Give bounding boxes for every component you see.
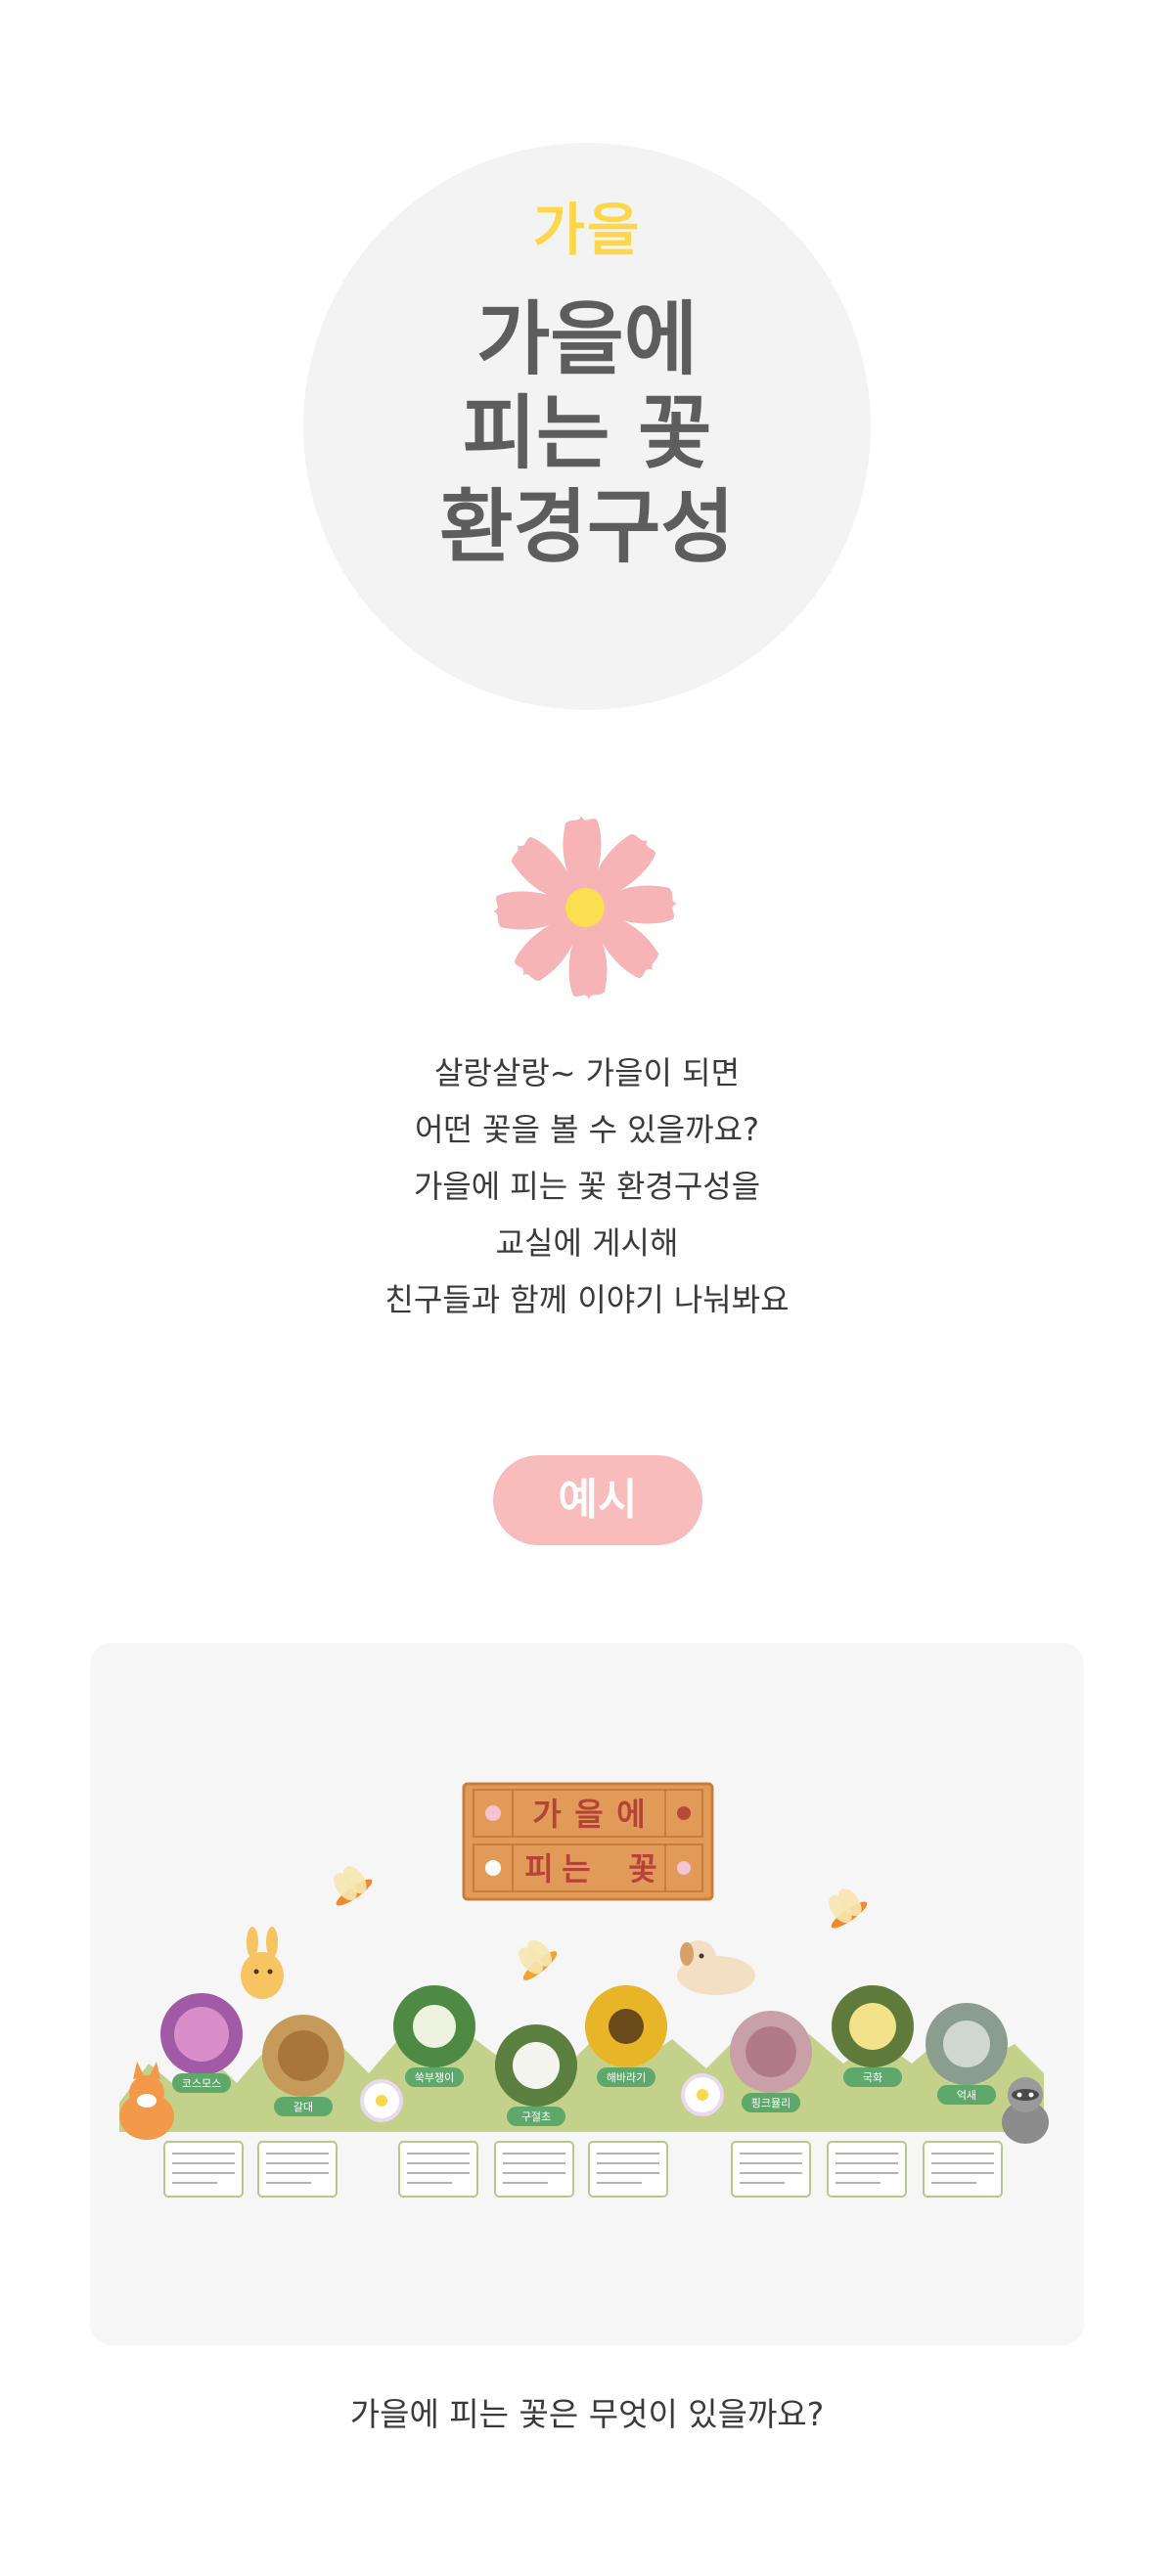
intro-text: 살랑살랑~ 가을이 되면 어떤 꽃을 볼 수 있을까요? 가을에 피는 꽃 환경… [0, 1044, 1174, 1328]
description-cards [163, 2141, 1003, 2198]
hero-title-line-2: 피는 꽃 [462, 387, 712, 480]
sign-char-6: 꽃 [628, 1850, 656, 1888]
flower-label-cosmos: 코스모스 [182, 2077, 221, 2090]
rabbit-icon [241, 1927, 284, 1999]
flower-label-aster: 쑥부쟁이 [415, 2071, 454, 2084]
sign-char-5: 는 [562, 1850, 590, 1888]
flower-label-chrysanthemum-zawadskii: 구절초 [521, 2110, 551, 2123]
sign-char-2: 을 [574, 1796, 603, 1833]
example-badge: 예시 [493, 1455, 702, 1545]
flower-center [565, 888, 605, 927]
example-caption: 가을에 피는 꽃은 무엇이 있을까요? [349, 2395, 825, 2433]
dragonfly-icon [519, 1939, 558, 1980]
dragonfly-icon [829, 1888, 868, 1929]
sign-char-4: 피 [524, 1850, 553, 1888]
intro-line-4: 교실에 게시해 [495, 1224, 679, 1262]
intro-line-5: 친구들과 함께 이야기 나눠봐요 [384, 1281, 790, 1318]
flower-label-silver-grass: 억새 [957, 2089, 976, 2102]
intro-line-2: 어떤 꽃을 볼 수 있을까요? [414, 1111, 760, 1148]
hero-season-label: 가을 [532, 197, 642, 263]
hero-title: 가을에 피는 꽃 환경구성 [0, 293, 1174, 575]
sign-char-3: 에 [616, 1796, 645, 1833]
dragonfly-icon [334, 1866, 373, 1906]
flower-label-pink-muhly: 핑크뮬리 [751, 2097, 790, 2110]
puppy-icon [677, 1940, 755, 1995]
flower-label-reed: 갈대 [294, 2100, 313, 2113]
intro-line-1: 살랑살랑~ 가을이 되면 [433, 1054, 741, 1091]
flower-label-mum: 국화 [863, 2071, 882, 2084]
flower-label-sunflower: 해바라기 [607, 2070, 646, 2084]
hero-title-line-3: 환경구성 [439, 481, 735, 574]
example-illustration: 가 을 에 피 는 꽃 코스모스 갈대 쑥부쟁이 구절초 해바라기 핑크뮬리 국… [90, 1643, 1084, 2345]
intro-line-3: 가을에 피는 꽃 환경구성을 [413, 1168, 761, 1205]
sign-char-1: 가 [532, 1796, 561, 1833]
cosmos-flower-icon [493, 816, 677, 999]
title-sign-board: 가 을 에 피 는 꽃 [462, 1782, 714, 1901]
hero-title-line-1: 가을에 [475, 293, 699, 386]
